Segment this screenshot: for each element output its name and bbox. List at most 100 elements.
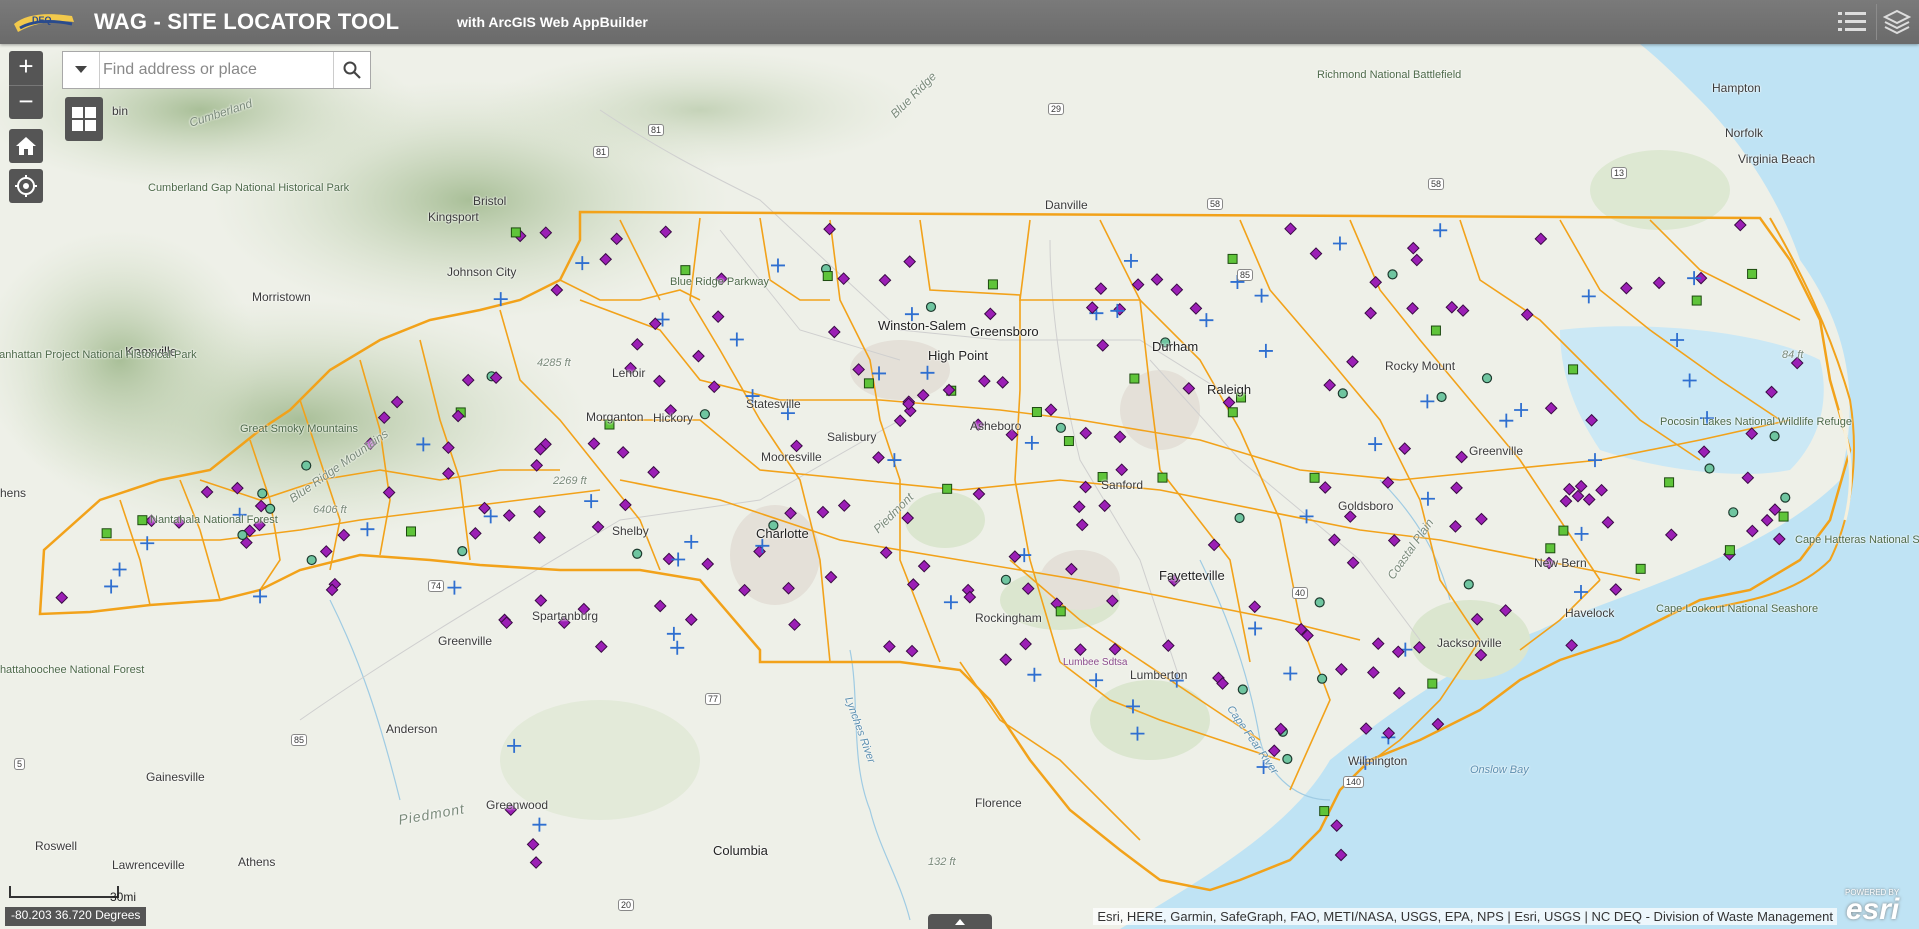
site-marker-diamond[interactable] [529, 856, 543, 869]
site-marker-diamond[interactable] [1381, 476, 1395, 489]
site-marker-diamond[interactable] [1248, 600, 1262, 614]
site-marker-diamond[interactable] [1346, 556, 1360, 570]
site-marker-square[interactable] [1309, 472, 1320, 483]
site-marker-diamond[interactable] [1150, 273, 1164, 286]
site-marker-cross[interactable] [1248, 621, 1263, 636]
site-marker-circle[interactable] [1481, 373, 1493, 384]
search-source-dropdown[interactable] [63, 52, 100, 88]
site-marker-diamond[interactable] [1207, 538, 1221, 552]
coordinate-readout[interactable]: -80.203 36.720 Degrees [5, 907, 147, 926]
site-marker-diamond[interactable] [784, 506, 797, 520]
site-marker-cross[interactable] [104, 579, 119, 594]
site-marker-diamond[interactable] [1115, 463, 1129, 477]
site-marker-circle[interactable] [1314, 597, 1325, 608]
site-marker-diamond[interactable] [533, 505, 546, 518]
site-marker-square[interactable] [1724, 545, 1735, 556]
site-marker-diamond[interactable] [1391, 645, 1405, 659]
site-marker-diamond[interactable] [653, 374, 666, 388]
site-marker-square[interactable] [822, 271, 833, 282]
site-marker-diamond[interactable] [1170, 283, 1184, 297]
site-marker-diamond[interactable] [1334, 848, 1348, 862]
site-marker-diamond[interactable] [1585, 413, 1598, 427]
esri-logo[interactable]: POWERED BY esri [1845, 888, 1899, 925]
site-marker-cross[interactable] [920, 365, 935, 380]
site-marker-diamond[interactable] [1741, 471, 1755, 485]
site-marker-diamond[interactable] [1544, 401, 1558, 415]
site-marker-diamond[interactable] [254, 499, 268, 513]
site-marker-cross[interactable] [1089, 673, 1104, 688]
site-marker-diamond[interactable] [1559, 494, 1573, 508]
site-marker-diamond[interactable] [1074, 643, 1087, 656]
site-marker-diamond[interactable] [55, 591, 69, 604]
site-marker-diamond[interactable] [977, 374, 991, 388]
site-marker-circle[interactable] [1000, 574, 1012, 585]
site-marker-cross[interactable] [671, 552, 686, 567]
site-marker-diamond[interactable] [1772, 532, 1786, 546]
site-marker-diamond[interactable] [1364, 306, 1378, 320]
site-marker-square[interactable] [863, 378, 874, 389]
site-marker-diamond[interactable] [659, 225, 673, 239]
site-marker-circle[interactable] [699, 409, 710, 420]
site-marker-circle[interactable] [306, 554, 317, 566]
site-marker-circle[interactable] [301, 460, 312, 471]
site-marker-diamond[interactable] [1359, 722, 1373, 735]
site-marker-cross[interactable] [584, 494, 599, 509]
site-marker-circle[interactable] [1780, 492, 1791, 503]
site-marker-cross[interactable] [1420, 394, 1435, 409]
site-marker-diamond[interactable] [827, 325, 841, 339]
site-marker-diamond[interactable] [442, 467, 455, 480]
site-marker-square[interactable] [987, 279, 998, 290]
site-marker-diamond[interactable] [337, 528, 351, 542]
site-marker-diamond[interactable] [903, 255, 917, 269]
site-marker-diamond[interactable] [539, 226, 553, 240]
site-marker-circle[interactable] [1463, 579, 1474, 590]
site-marker-circle[interactable] [1237, 684, 1248, 695]
site-marker-circle[interactable] [1436, 391, 1447, 403]
site-marker-diamond[interactable] [1609, 583, 1623, 596]
site-marker-diamond[interactable] [782, 581, 795, 595]
site-marker-diamond[interactable] [390, 395, 404, 409]
site-marker-cross[interactable] [507, 738, 522, 753]
site-marker-diamond[interactable] [1079, 480, 1092, 494]
site-marker-square[interactable] [1747, 268, 1758, 279]
site-marker-diamond[interactable] [972, 487, 986, 501]
site-marker-cross[interactable] [1027, 667, 1042, 682]
site-marker-diamond[interactable] [530, 459, 544, 472]
site-marker-square[interactable] [137, 515, 148, 526]
site-marker-diamond[interactable] [1406, 302, 1419, 315]
site-marker-diamond[interactable] [1760, 513, 1774, 527]
layers-button[interactable] [1876, 4, 1917, 40]
site-marker-diamond[interactable] [550, 283, 564, 297]
site-marker-cross[interactable] [140, 536, 155, 551]
site-marker-cross[interactable] [943, 595, 958, 610]
site-marker-diamond[interactable] [1284, 222, 1297, 236]
site-marker-circle[interactable] [1769, 431, 1780, 442]
site-marker-diamond[interactable] [533, 531, 546, 544]
site-marker-cross[interactable] [1299, 509, 1314, 524]
site-marker-diamond[interactable] [382, 486, 396, 499]
site-marker-diamond[interactable] [816, 505, 830, 519]
site-marker-diamond[interactable] [872, 451, 885, 464]
site-marker-diamond[interactable] [707, 380, 721, 394]
app-grid-button[interactable] [65, 97, 103, 141]
site-marker-cross[interactable] [1254, 288, 1269, 303]
site-marker-cross[interactable] [1332, 236, 1347, 251]
site-marker-diamond[interactable] [1075, 518, 1089, 532]
site-marker-diamond[interactable] [1113, 303, 1127, 316]
site-marker-diamond[interactable] [1330, 819, 1344, 832]
site-marker-circle[interactable] [1728, 507, 1739, 518]
site-marker-circle[interactable] [632, 548, 643, 559]
site-marker-diamond[interactable] [1021, 582, 1035, 596]
site-marker-diamond[interactable] [1745, 524, 1759, 538]
site-marker-diamond[interactable] [1335, 662, 1348, 676]
site-marker-cross[interactable] [872, 366, 887, 381]
site-marker-diamond[interactable] [319, 545, 333, 558]
site-marker-diamond[interactable] [1431, 717, 1445, 731]
site-marker-diamond[interactable] [906, 578, 920, 591]
site-marker-diamond[interactable] [1620, 281, 1633, 295]
site-marker-square[interactable] [510, 227, 521, 238]
site-marker-cross[interactable] [1574, 526, 1589, 541]
site-marker-square[interactable] [1778, 511, 1789, 522]
site-marker-cross[interactable] [1682, 373, 1697, 388]
site-marker-diamond[interactable] [878, 273, 892, 287]
